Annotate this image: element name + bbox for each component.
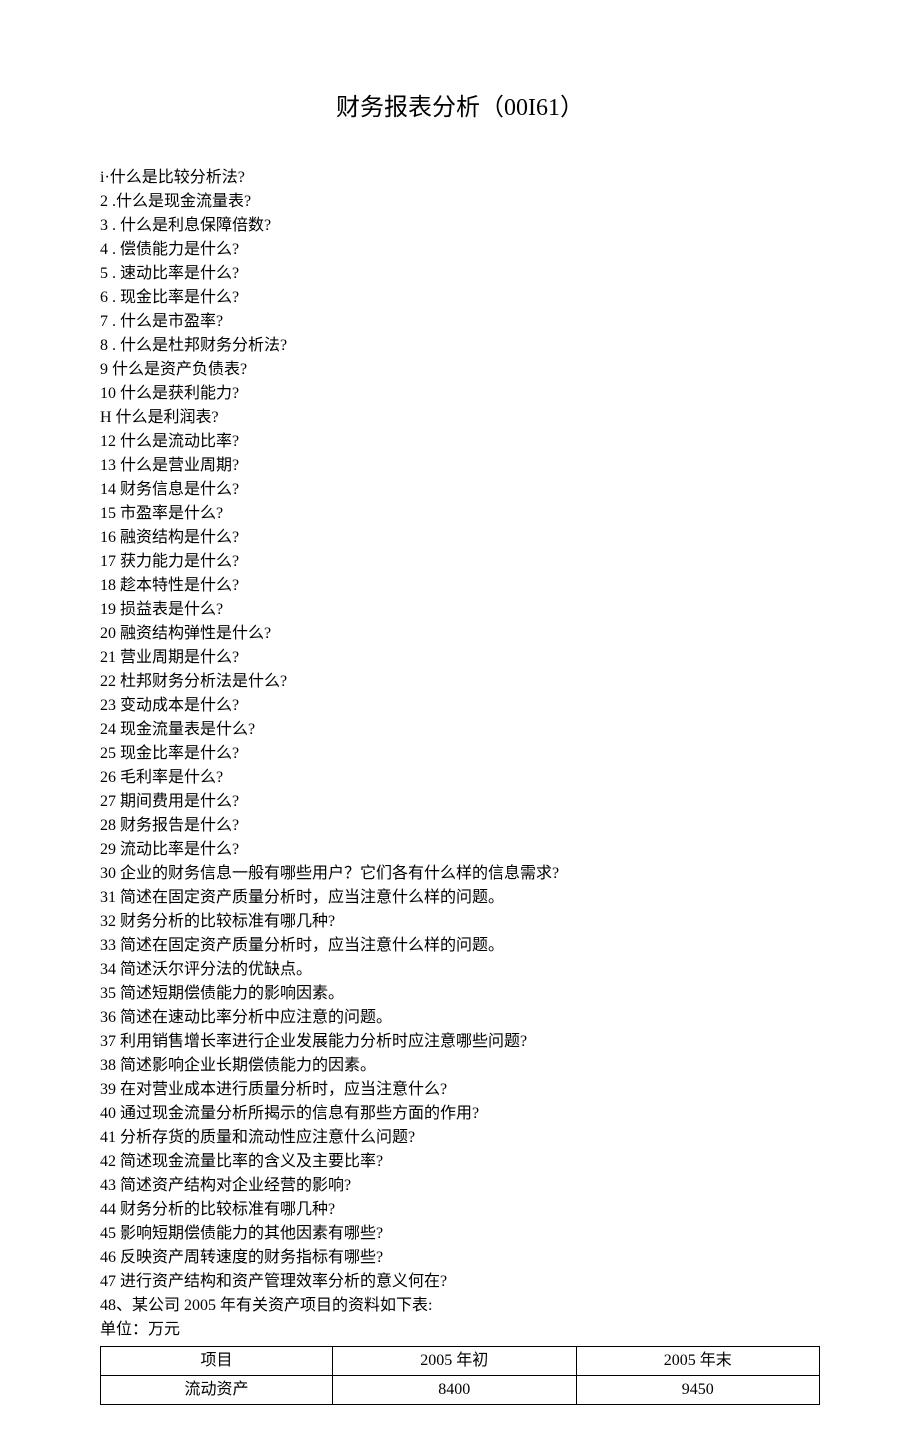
table-header-cell: 2005 年初: [333, 1347, 576, 1376]
table-header-cell: 2005 年末: [576, 1347, 820, 1376]
question-line: 20 融资结构弹性是什么?: [100, 622, 820, 646]
question-line: 15 市盈率是什么?: [100, 502, 820, 526]
question-line: 12 什么是流动比率?: [100, 430, 820, 454]
question-line: 38 简述影响企业长期偿债能力的因素。: [100, 1054, 820, 1078]
question-line: 9 什么是资产负债表?: [100, 358, 820, 382]
question-line: 13 什么是营业周期?: [100, 454, 820, 478]
question-line: 46 反映资产周转速度的财务指标有哪些?: [100, 1246, 820, 1270]
question-line: 21 营业周期是什么?: [100, 646, 820, 670]
question-line: 2 .什么是现金流量表?: [100, 190, 820, 214]
question-line: 39 在对营业成本进行质量分析时，应当注意什么?: [100, 1078, 820, 1102]
question-line: 40 通过现金流量分析所揭示的信息有那些方面的作用?: [100, 1102, 820, 1126]
question-line: 48、某公司 2005 年有关资产项目的资料如下表:: [100, 1294, 820, 1318]
question-line: 24 现金流量表是什么?: [100, 718, 820, 742]
question-line: 36 简述在速动比率分析中应注意的问题。: [100, 1006, 820, 1030]
table-header-cell: 项目: [101, 1347, 333, 1376]
question-line: 47 进行资产结构和资产管理效率分析的意义何在?: [100, 1270, 820, 1294]
question-line: 5 . 速动比率是什么?: [100, 262, 820, 286]
asset-table: 项目 2005 年初 2005 年末 流动资产 8400 9450: [100, 1346, 820, 1405]
question-line: 45 影响短期偿债能力的其他因素有哪些?: [100, 1222, 820, 1246]
question-line: H 什么是利润表?: [100, 406, 820, 430]
question-line: i·什么是比较分析法?: [100, 166, 820, 190]
question-line: 35 简述短期偿债能力的影响因素。: [100, 982, 820, 1006]
question-line: 34 简述沃尔评分法的优缺点。: [100, 958, 820, 982]
question-line: 22 杜邦财务分析法是什么?: [100, 670, 820, 694]
question-line: 18 趁本特性是什么?: [100, 574, 820, 598]
question-line: 41 分析存货的质量和流动性应注意什么问题?: [100, 1126, 820, 1150]
question-line: 30 企业的财务信息一般有哪些用户？它们各有什么样的信息需求?: [100, 862, 820, 886]
table-cell: 流动资产: [101, 1376, 333, 1405]
page-title: 财务报表分析（00I61）: [100, 90, 820, 126]
question-line: 31 简述在固定资产质量分析时，应当注意什么样的问题。: [100, 886, 820, 910]
question-line: 16 融资结构是什么?: [100, 526, 820, 550]
question-line: 29 流动比率是什么?: [100, 838, 820, 862]
question-line: 17 获力能力是什么?: [100, 550, 820, 574]
table-cell: 9450: [576, 1376, 820, 1405]
table-cell: 8400: [333, 1376, 576, 1405]
questions-list: i·什么是比较分析法?2 .什么是现金流量表?3 . 什么是利息保障倍数?4 .…: [100, 166, 820, 1342]
question-line: 42 简述现金流量比率的含义及主要比率?: [100, 1150, 820, 1174]
question-line: 27 期间费用是什么?: [100, 790, 820, 814]
question-line: 8 . 什么是杜邦财务分析法?: [100, 334, 820, 358]
question-line: 7 . 什么是市盈率?: [100, 310, 820, 334]
question-line: 44 财务分析的比较标准有哪几种?: [100, 1198, 820, 1222]
question-line: 23 变动成本是什么?: [100, 694, 820, 718]
question-line: 4 . 偿债能力是什么?: [100, 238, 820, 262]
question-line: 25 现金比率是什么?: [100, 742, 820, 766]
question-line: 3 . 什么是利息保障倍数?: [100, 214, 820, 238]
table-row: 流动资产 8400 9450: [101, 1376, 820, 1405]
question-line: 10 什么是获利能力?: [100, 382, 820, 406]
question-line: 14 财务信息是什么?: [100, 478, 820, 502]
question-line: 19 损益表是什么?: [100, 598, 820, 622]
question-line: 26 毛利率是什么?: [100, 766, 820, 790]
question-line: 28 财务报告是什么?: [100, 814, 820, 838]
question-line: 6 . 现金比率是什么?: [100, 286, 820, 310]
question-line: 单位：万元: [100, 1318, 820, 1342]
question-line: 37 利用销售增长率进行企业发展能力分析时应注意哪些问题?: [100, 1030, 820, 1054]
table-header-row: 项目 2005 年初 2005 年末: [101, 1347, 820, 1376]
question-line: 32 财务分析的比较标准有哪几种?: [100, 910, 820, 934]
question-line: 33 简述在固定资产质量分析时，应当注意什么样的问题。: [100, 934, 820, 958]
question-line: 43 简述资产结构对企业经营的影响?: [100, 1174, 820, 1198]
